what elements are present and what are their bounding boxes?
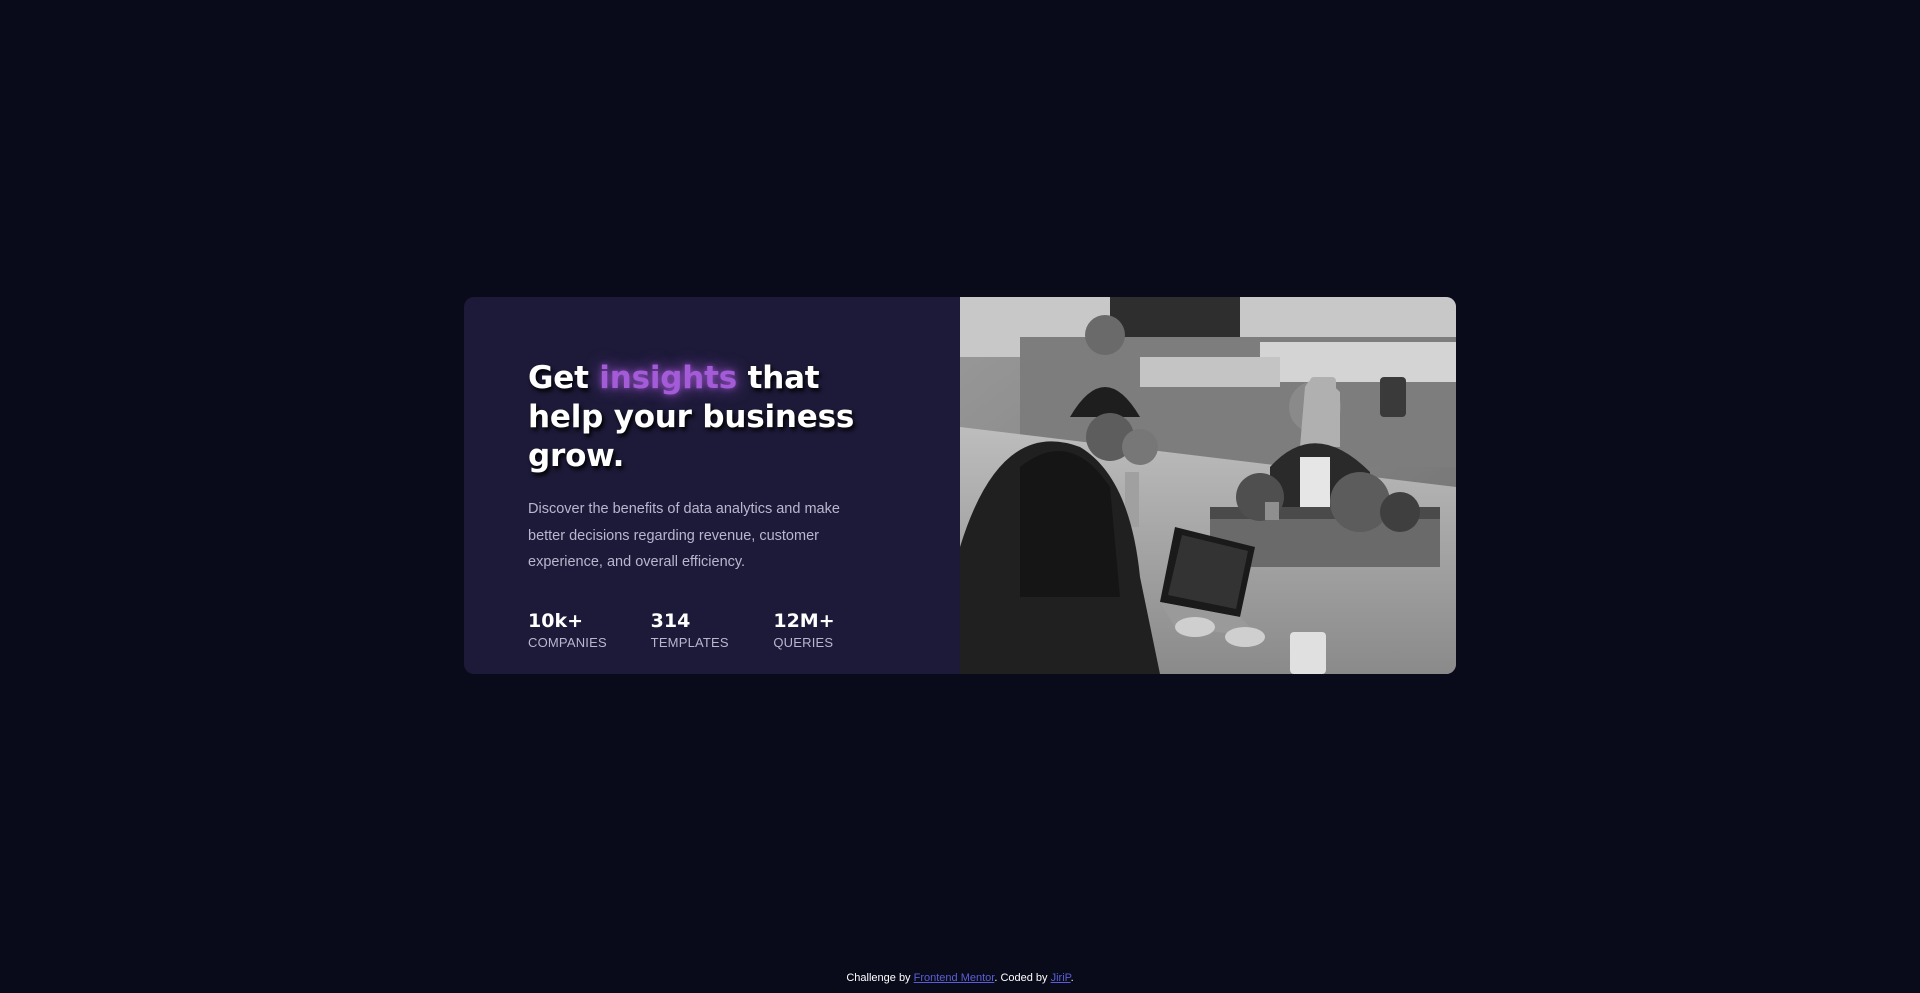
author-link[interactable]: JiriP [1051, 972, 1071, 984]
page: Get insights that help your business gro… [0, 0, 1920, 993]
office-photo-illustration [960, 297, 1456, 674]
card-text-panel: Get insights that help your business gro… [464, 297, 960, 674]
stat-templates: 314 TEMPLATES [651, 610, 774, 651]
stat-value: 314 [650, 609, 691, 632]
office-photo [960, 297, 1456, 674]
attribution-prefix: Challenge by [846, 972, 914, 984]
stats-preview-card: Get insights that help your business gro… [464, 297, 1456, 674]
frontend-mentor-link[interactable]: Frontend Mentor [914, 972, 995, 984]
headline-accent: insights [599, 360, 737, 396]
stat-label: COMPANIES [528, 634, 607, 650]
description: Discover the benefits of data analytics … [528, 501, 840, 570]
stat-queries: 12M+ QUERIES [773, 610, 896, 651]
stat-value: 10k+ [528, 609, 583, 632]
stat-companies: 10k+ COMPANIES [528, 610, 651, 651]
headline-start: Get [528, 360, 600, 396]
stat-value: 12M+ [773, 609, 835, 632]
attribution-middle: . Coded by [994, 972, 1051, 984]
attribution-suffix: . [1070, 972, 1074, 984]
stat-label: TEMPLATES [650, 634, 729, 650]
headline: Get insights that help your business gro… [528, 359, 896, 476]
stats-row: 10k+ COMPANIES 314 TEMPLATES 12M+ QUERIE… [528, 610, 896, 651]
stat-label: QUERIES [773, 634, 834, 650]
attribution-footer: Challenge by Frontend Mentor. Coded by J… [0, 971, 1920, 985]
